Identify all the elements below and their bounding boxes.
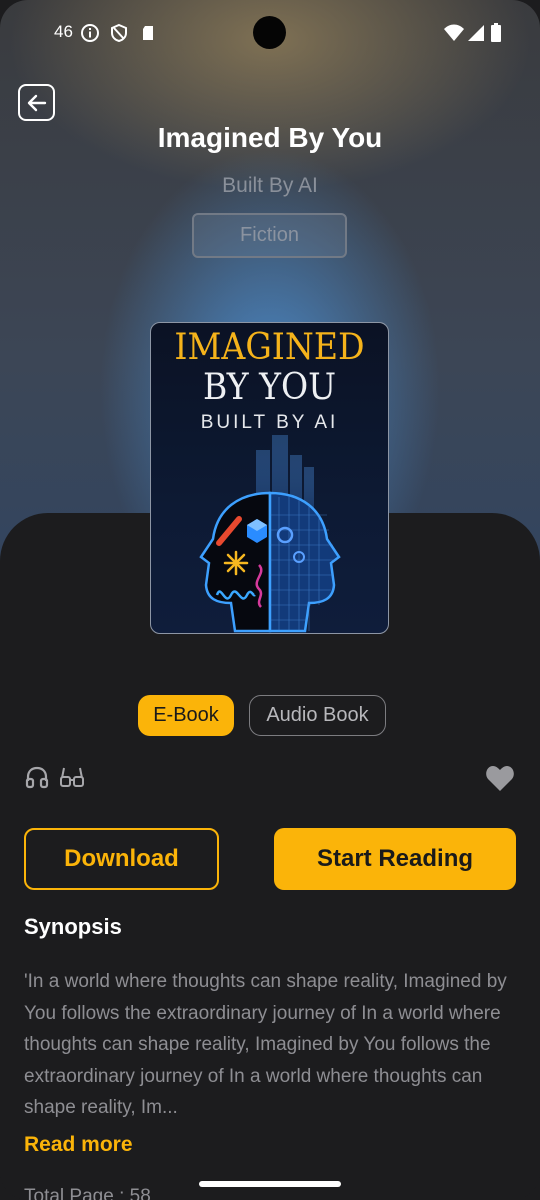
glasses-icon[interactable] bbox=[59, 764, 85, 790]
status-bar: 46 bbox=[0, 0, 540, 66]
book-title: Imagined By You bbox=[157, 122, 383, 153]
book-cover: IMAGINED BY YOU BUILT BY AI bbox=[150, 322, 389, 634]
info-icon bbox=[81, 24, 99, 42]
read-more-link[interactable]: Read more bbox=[24, 1133, 133, 1157]
book-detail-screen: 46 Imagined By You Built By AI Fiction I… bbox=[0, 0, 540, 1200]
total-page-count: Total Page : 58 bbox=[24, 1186, 151, 1200]
home-indicator[interactable] bbox=[199, 1181, 341, 1187]
front-camera bbox=[253, 16, 286, 49]
cover-illustration bbox=[199, 435, 341, 633]
back-arrow-icon bbox=[27, 94, 46, 111]
start-reading-button[interactable]: Start Reading bbox=[274, 828, 516, 890]
cover-subtitle: BUILT BY AI bbox=[200, 412, 339, 433]
wifi-icon bbox=[444, 24, 464, 41]
sd-card-icon bbox=[143, 26, 153, 40]
battery-icon bbox=[491, 23, 501, 42]
tab-ebook[interactable]: E-Book bbox=[138, 695, 234, 736]
heart-icon[interactable] bbox=[485, 764, 515, 792]
tab-audio-book[interactable]: Audio Book bbox=[249, 695, 386, 736]
cover-title-line2: BY YOU bbox=[202, 367, 337, 408]
book-author: Built By AI bbox=[222, 174, 318, 197]
synopsis-heading: Synopsis bbox=[24, 914, 122, 939]
download-button[interactable]: Download bbox=[24, 828, 219, 890]
synopsis-text: 'In a world where thoughts can shape rea… bbox=[24, 971, 507, 1118]
genre-badge[interactable]: Fiction bbox=[192, 213, 347, 258]
status-time: 46 bbox=[54, 22, 73, 41]
shield-icon bbox=[111, 23, 127, 43]
back-button[interactable] bbox=[18, 84, 55, 121]
signal-icon bbox=[468, 25, 484, 41]
cover-title-line1: IMAGINED bbox=[174, 327, 365, 368]
headphones-icon[interactable] bbox=[24, 764, 50, 790]
